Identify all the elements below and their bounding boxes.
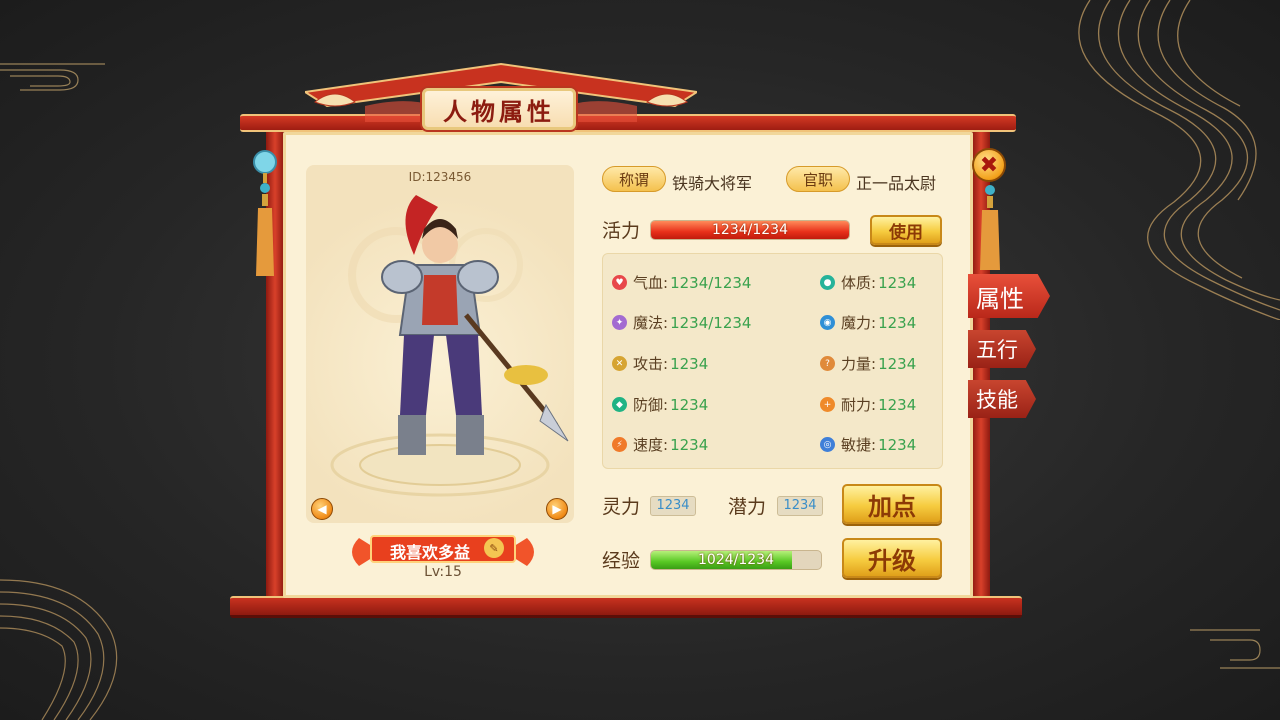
add-points-label: 加点 bbox=[868, 492, 916, 521]
close-icon: ✖ bbox=[979, 152, 999, 178]
stat-label: 体质: bbox=[841, 274, 877, 292]
tab-label: 技能 bbox=[976, 388, 1018, 412]
attack-icon: ✕ bbox=[612, 356, 627, 371]
panel-title: 人物属性 bbox=[443, 96, 555, 126]
stat-item: ? 力量: 1234 bbox=[820, 353, 916, 374]
chevron-left-icon: ◀ bbox=[317, 502, 327, 516]
speed-icon: ⚡ bbox=[612, 437, 627, 452]
rename-button[interactable]: ✎ bbox=[484, 538, 504, 558]
stat-value: 1234 bbox=[670, 354, 709, 373]
potential-label: 潜力 bbox=[728, 496, 767, 518]
upgrade-button[interactable]: 升级 bbox=[842, 538, 942, 578]
use-vitality-button[interactable]: 使用 bbox=[870, 215, 942, 245]
stat-value: 1234/1234 bbox=[670, 273, 752, 292]
tab-label: 五行 bbox=[976, 338, 1018, 362]
pencil-icon: ✎ bbox=[489, 541, 499, 555]
stat-label: 魔法: bbox=[633, 314, 669, 332]
panel-title-plaque: 人物属性 bbox=[420, 86, 578, 132]
frame-bottom-beam bbox=[230, 596, 1022, 618]
stat-value: 1234 bbox=[878, 313, 917, 332]
stat-value: 1234 bbox=[670, 435, 709, 454]
title-value: 铁骑大将军 bbox=[672, 174, 753, 193]
stat-value: 1234 bbox=[878, 354, 917, 373]
character-figure-illustration bbox=[330, 195, 569, 497]
gold-wave-decoration-left bbox=[0, 63, 105, 91]
vitality-value: 1234/1234 bbox=[712, 222, 788, 238]
stat-item: ♥ 气血: 1234/1234 bbox=[612, 272, 751, 293]
add-points-button[interactable]: 加点 bbox=[842, 484, 942, 524]
stat-value: 1234 bbox=[878, 273, 917, 292]
right-tassel-ornament bbox=[980, 185, 1000, 270]
chevron-right-icon: ▶ bbox=[552, 502, 562, 516]
stat-value: 1234 bbox=[878, 395, 917, 414]
heart-icon: ♥ bbox=[612, 275, 627, 290]
stat-label: 敏捷: bbox=[841, 436, 877, 454]
stat-item: + 耐力: 1234 bbox=[820, 394, 916, 415]
tab-0[interactable]: 属性 bbox=[968, 274, 1050, 318]
title-label: 称谓 bbox=[618, 170, 649, 189]
character-portrait-panel bbox=[306, 165, 574, 523]
tab-label: 属性 bbox=[976, 284, 1024, 313]
use-button-label: 使用 bbox=[889, 222, 923, 243]
stat-label: 攻击: bbox=[633, 355, 669, 373]
stat-item: ◉ 魔力: 1234 bbox=[820, 312, 916, 333]
experience-value: 1024/1234 bbox=[698, 552, 774, 568]
stat-value: 1234 bbox=[878, 435, 917, 454]
upgrade-label: 升级 bbox=[868, 546, 916, 575]
stat-item: ◆ 防御: 1234 bbox=[612, 394, 708, 415]
endurance-icon: + bbox=[820, 397, 835, 412]
vitality-label: 活力 bbox=[602, 220, 641, 242]
magic-icon: ✦ bbox=[612, 315, 627, 330]
prev-character-button[interactable]: ◀ bbox=[311, 498, 333, 520]
magic-power-icon: ◉ bbox=[820, 315, 835, 330]
potential-value: 1234 bbox=[777, 496, 823, 516]
agility-icon: ◎ bbox=[820, 437, 835, 452]
office-label: 官职 bbox=[802, 170, 833, 189]
body-icon: ● bbox=[820, 275, 835, 290]
office-label-badge: 官职 bbox=[786, 166, 850, 192]
stat-label: 防御: bbox=[633, 396, 669, 414]
stat-item: ⚡ 速度: 1234 bbox=[612, 434, 708, 455]
next-character-button[interactable]: ▶ bbox=[546, 498, 568, 520]
spirit-value: 1234 bbox=[650, 496, 696, 516]
character-level: Lv:15 bbox=[424, 564, 462, 580]
stat-label: 气血: bbox=[633, 274, 669, 292]
tab-2[interactable]: 技能 bbox=[968, 380, 1036, 418]
gold-wave-decoration-bottom-right bbox=[1190, 629, 1280, 669]
stat-label: 耐力: bbox=[841, 396, 877, 414]
experience-bar: 1024/1234 bbox=[650, 550, 822, 570]
character-name: 我喜欢多益 bbox=[389, 543, 470, 562]
spirit-label: 灵力 bbox=[602, 496, 641, 518]
stat-item: ✕ 攻击: 1234 bbox=[612, 353, 708, 374]
stat-item: ● 体质: 1234 bbox=[820, 272, 916, 293]
close-button[interactable]: ✖ bbox=[972, 148, 1006, 182]
stat-value: 1234 bbox=[670, 395, 709, 414]
stat-label: 魔力: bbox=[841, 314, 877, 332]
stat-label: 力量: bbox=[841, 355, 877, 373]
strength-icon: ? bbox=[820, 356, 835, 371]
experience-label: 经验 bbox=[602, 550, 641, 572]
gold-wave-decoration-bottom-left bbox=[0, 579, 118, 720]
tab-1[interactable]: 五行 bbox=[968, 330, 1036, 368]
office-value: 正一品太尉 bbox=[856, 174, 937, 193]
title-label-badge: 称谓 bbox=[602, 166, 666, 192]
stat-label: 速度: bbox=[633, 436, 669, 454]
stat-value: 1234/1234 bbox=[670, 313, 752, 332]
stat-item: ✦ 魔法: 1234/1234 bbox=[612, 312, 751, 333]
defense-icon: ◆ bbox=[612, 397, 627, 412]
vitality-bar: 1234/1234 bbox=[650, 220, 850, 240]
jade-tassel-ornament bbox=[253, 150, 277, 276]
character-id: ID:123456 bbox=[408, 170, 472, 184]
gold-wave-decoration-right bbox=[1078, 0, 1280, 320]
stat-item: ◎ 敏捷: 1234 bbox=[820, 434, 916, 455]
